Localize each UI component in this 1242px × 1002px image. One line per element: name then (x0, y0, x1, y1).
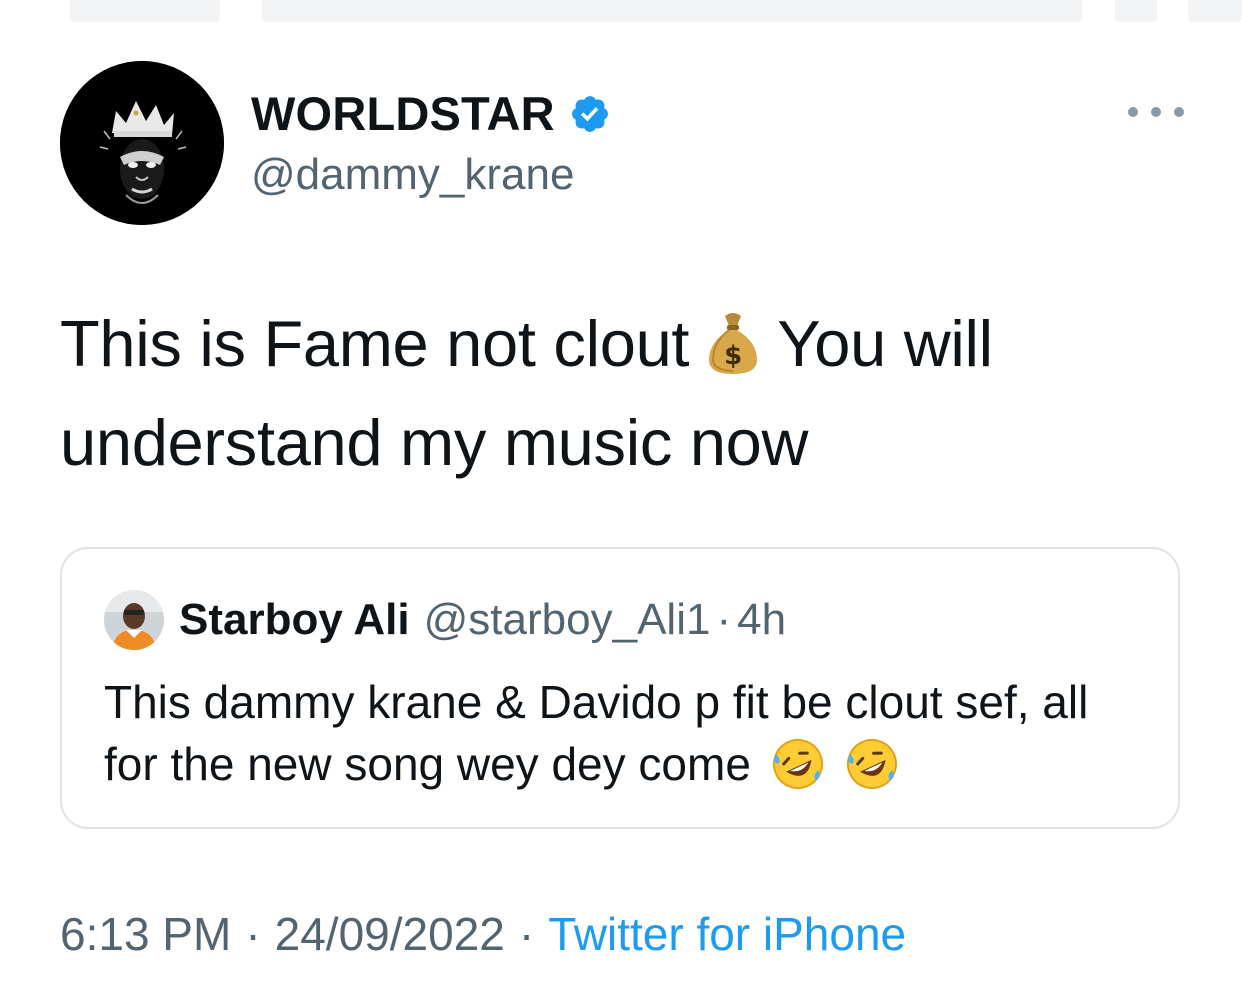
more-dot-icon (1128, 107, 1138, 117)
quoted-separator: · (716, 595, 732, 644)
quoted-tweet-text: This dammy krane & Davido p fit be clout… (104, 671, 1144, 795)
rolling-on-floor-laughing-emoji-icon (847, 739, 898, 789)
status-strip-segment (1188, 0, 1242, 22)
quoted-text-content: This dammy krane & Davido p fit be clout… (104, 676, 1089, 790)
svg-text:$: $ (724, 341, 742, 371)
author-name-row[interactable]: WORLDSTAR (251, 86, 611, 142)
author-display-name[interactable]: WORLDSTAR (251, 86, 555, 142)
tweet-meta-row: 6:13 PM · 24/09/2022 · Twitter for iPhon… (60, 904, 906, 964)
quoted-author-name: Starboy Ali (179, 595, 410, 644)
quoted-tweet-header: Starboy Ali @starboy_Ali1 · 4h (104, 589, 786, 651)
verified-badge-icon (571, 96, 608, 132)
meta-separator: · (245, 908, 261, 960)
quoted-time: 4h (737, 595, 787, 644)
author-avatar[interactable] (60, 61, 224, 225)
quoted-author-handle: @starboy_Ali1 (423, 595, 711, 644)
person-avatar-icon (104, 590, 164, 650)
status-strip-segment (1115, 0, 1157, 22)
more-dot-icon (1174, 107, 1184, 117)
tweet-source-link[interactable]: Twitter for iPhone (548, 907, 906, 961)
more-options-button[interactable] (1128, 100, 1184, 124)
more-dot-icon (1151, 107, 1161, 117)
rolling-on-floor-laughing-emoji-icon (772, 739, 823, 789)
quoted-author-avatar (104, 590, 164, 650)
tweet-time[interactable]: 6:13 PM (60, 907, 231, 961)
meta-separator: · (518, 908, 535, 960)
tweet-date[interactable]: 24/09/2022 (275, 907, 505, 961)
money-bag-emoji-icon: $ (709, 313, 758, 374)
status-strip-segment (262, 0, 1082, 22)
quoted-tweet-card[interactable]: Starboy Ali @starboy_Ali1 · 4h This damm… (60, 547, 1180, 829)
top-status-strip (0, 0, 1242, 24)
status-strip-segment (70, 0, 220, 22)
tweet-text-part-1: This is Fame not clout (60, 307, 690, 380)
tweet-detail-page: WORLDSTAR @dammy_krane This is Fame not … (0, 0, 1242, 1002)
tweet-text: This is Fame not clout $ You will unders… (60, 294, 1200, 492)
crowned-face-icon (60, 61, 224, 225)
author-handle[interactable]: @dammy_krane (251, 148, 574, 202)
